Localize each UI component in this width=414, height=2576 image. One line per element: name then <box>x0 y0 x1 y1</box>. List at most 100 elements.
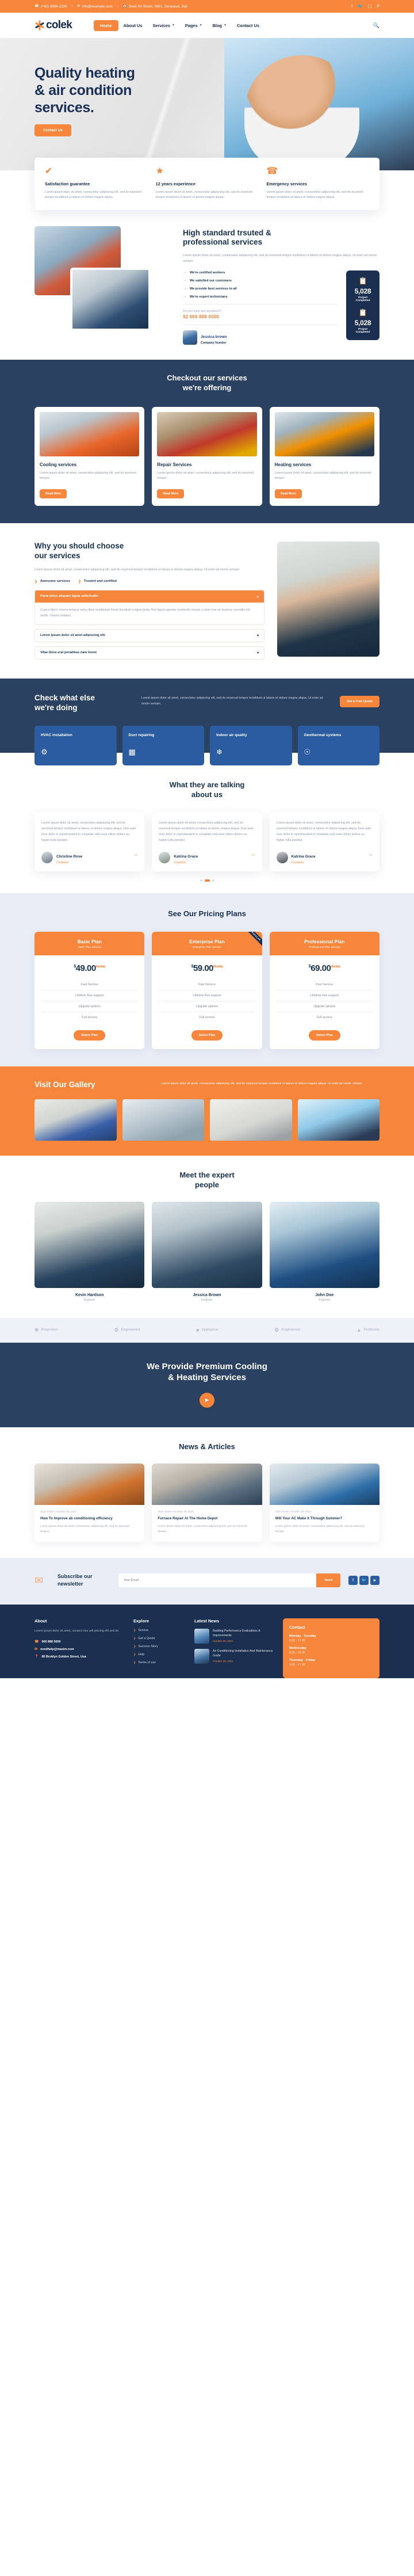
check-card[interactable]: Duct repairing ▩ <box>122 725 204 766</box>
nav-label: Blog <box>212 22 223 28</box>
accordion-item[interactable]: Porta tellus aliquam ligula sollicitudin… <box>34 589 264 625</box>
chevron-right-icon: ❯ <box>133 1660 136 1664</box>
select-plan-button[interactable]: Select Plan <box>191 1030 223 1041</box>
gallery-image[interactable] <box>122 1099 204 1141</box>
footer-email[interactable]: ✉ needhelp@masim.com <box>34 1648 125 1651</box>
facebook-icon[interactable]: f <box>348 1576 358 1586</box>
topbar-phone[interactable]: ☎ (+62) 8896-2220 <box>34 4 67 8</box>
footer-news-item[interactable]: Air Conditioning Installation And Mainte… <box>194 1648 275 1664</box>
email-field[interactable] <box>118 1573 317 1588</box>
testimonial-role: Customer <box>56 861 69 865</box>
select-plan-button[interactable]: Select Plan <box>74 1030 106 1041</box>
why-title-line2: our services <box>34 551 80 560</box>
testimonial-text: Lorem ipsum dolor sit amet, consectetur … <box>276 821 371 843</box>
plan-price: $59.00Monthly <box>158 963 255 973</box>
news-headline: How To Improve ab conditioning efficienc… <box>40 1516 113 1521</box>
check-card[interactable]: Indoor air quality ❄ <box>210 725 292 766</box>
nav-item-contact[interactable]: Contact Us <box>232 20 264 31</box>
footer-contact-title: Contact <box>289 1624 305 1630</box>
gallery-image[interactable] <box>34 1099 117 1141</box>
footer-news-item[interactable]: Building Performance Evaluations & Impro… <box>194 1628 275 1644</box>
check-title-line1: Check what else <box>34 693 95 702</box>
news-headline: Furnace Repair At The Home Depot <box>158 1516 218 1521</box>
plan-feature: Lifetime free support <box>41 990 139 1002</box>
accordion-header[interactable]: Porta tellus aliquam ligula sollicitudin… <box>35 590 264 603</box>
gallery-image[interactable] <box>297 1099 379 1141</box>
footer-link[interactable]: ❯ Get a Quote <box>133 1637 186 1640</box>
footer-link[interactable]: ❯ Success Story <box>133 1645 186 1648</box>
brand-logo: ▲ Professio <box>356 1327 379 1333</box>
logo[interactable]: colek <box>34 19 72 32</box>
why-lead: Lorem ipsum dolor sit amet, consectetur … <box>34 567 240 571</box>
play-icon[interactable]: ▶ <box>200 1392 214 1408</box>
news-meta: Jhon Smith • October 29, 2021 <box>275 1510 312 1513</box>
news-card[interactable]: Jhon Smith • October 29, 2021 Will Your … <box>269 1463 379 1542</box>
accordion-item[interactable]: Lorem ipsum dolor sit amet adipiscing el… <box>34 628 264 642</box>
footer-link[interactable]: ❯ Service <box>133 1629 186 1632</box>
gallery-image[interactable] <box>210 1099 292 1141</box>
twitter-icon[interactable]: 🐦 <box>358 5 363 9</box>
why-chip[interactable]: ❯ Awesome services <box>34 580 70 584</box>
hero-title-line1: Quality heating <box>34 65 135 81</box>
testimonial-text: Lorem ipsum dolor sit amet, consectetur … <box>41 821 136 843</box>
footer-link[interactable]: ❯ Help <box>133 1653 186 1656</box>
topbar-email[interactable]: ✉ info@example.com <box>77 4 113 9</box>
divider: | <box>71 4 73 9</box>
carousel-dot[interactable] <box>212 879 214 882</box>
check-card[interactable]: HVAC installation ⚙ <box>34 725 117 766</box>
service-card[interactable]: Repair Services Lorem ipsum dolor sit am… <box>152 406 262 506</box>
send-button[interactable]: Send <box>316 1573 340 1588</box>
nav-label: Contact Us <box>236 22 259 28</box>
service-read-more-button[interactable]: Read More <box>274 489 302 498</box>
search-icon[interactable]: 🔍 <box>373 22 379 29</box>
select-plan-button[interactable]: Select Plan <box>308 1030 340 1041</box>
carousel-dot[interactable] <box>200 879 202 882</box>
check-card-title: Geothermal systems <box>304 733 342 737</box>
accordion-item[interactable]: Vitae litora erat penatibus nam lorem ▾ <box>34 646 264 660</box>
facebook-icon[interactable]: f <box>351 5 352 9</box>
nav-item-home[interactable]: Home <box>94 20 118 31</box>
accordion-header[interactable]: Vitae litora erat penatibus nam lorem ▾ <box>35 647 264 659</box>
service-card[interactable]: Cooling services Lorem ipsum dolor sit a… <box>34 406 145 506</box>
team-photo <box>269 1201 379 1288</box>
youtube-icon[interactable]: ► <box>370 1576 379 1586</box>
carousel-dots[interactable] <box>0 879 414 882</box>
pinterest-icon[interactable]: P <box>377 5 379 9</box>
accordion-header[interactable]: Lorem ipsum dolor sit amet adipiscing el… <box>35 630 264 642</box>
accordion-body: Cursus libero viverra tempus netus diam … <box>40 608 250 618</box>
news-card[interactable]: Jhon Smith • October 29, 2021 How To Imp… <box>34 1463 145 1542</box>
service-card[interactable]: Heating services Lorem ipsum dolor sit a… <box>269 406 379 506</box>
standard-title-line2: professional services <box>183 238 263 247</box>
topbar-email-text: info@example.com <box>82 4 113 9</box>
carousel-dot-active[interactable] <box>204 879 210 882</box>
check-card[interactable]: Geothermal systems ☉ <box>297 725 379 766</box>
service-text: Lorem ipsum dolor sit amet, consectetur … <box>274 471 371 481</box>
footer-contact-hours: Contact Monday - Tuesday 9.00 - 17.00 We… <box>283 1618 379 1678</box>
service-read-more-button[interactable]: Read More <box>40 489 67 498</box>
nav-item-pages[interactable]: Pages ▼ <box>180 20 208 31</box>
news-photo <box>34 1463 145 1505</box>
check-card-title: Indoor air quality <box>216 733 247 737</box>
news-title: News & Articles <box>179 1442 235 1451</box>
hero-contact-button[interactable]: Contact Us <box>34 124 71 136</box>
nav-item-about[interactable]: About Us <box>118 20 148 31</box>
footer-phone[interactable]: ☎ 000 888 0000 <box>34 1640 125 1644</box>
testimonial-card: Lorem ipsum dolor sit amet, consectetur … <box>34 813 145 872</box>
gallery-text: Lorem ipsum dolor sit amet, consectetur … <box>161 1082 363 1086</box>
footer-news-headline: Building Performance Evaluations & Impro… <box>213 1629 260 1637</box>
footer-link[interactable]: ❯ Terms of use <box>133 1661 186 1664</box>
nav-item-blog[interactable]: Blog ▼ <box>208 20 232 31</box>
standard-phone[interactable]: 92 666 888 0000 <box>183 314 338 319</box>
standard-photo-2 <box>70 267 151 331</box>
pin-icon: 📍 <box>34 1655 39 1659</box>
footer-about-title: About <box>34 1618 47 1624</box>
instagram-icon[interactable]: ▢ <box>368 5 372 9</box>
get-free-quote-button[interactable]: Get a Free Quote <box>339 695 379 707</box>
news-card[interactable]: Jhon Smith • October 29, 2021 Furnace Re… <box>152 1463 262 1542</box>
hours-days: Thursday - Friday <box>289 1658 316 1662</box>
twitter-icon[interactable]: 🐦 <box>359 1576 369 1586</box>
avatar <box>183 330 197 345</box>
service-read-more-button[interactable]: Read More <box>157 489 185 498</box>
nav-item-services[interactable]: Services ▼ <box>147 20 179 31</box>
why-chip[interactable]: ❯ Trusted and certified <box>78 580 117 584</box>
